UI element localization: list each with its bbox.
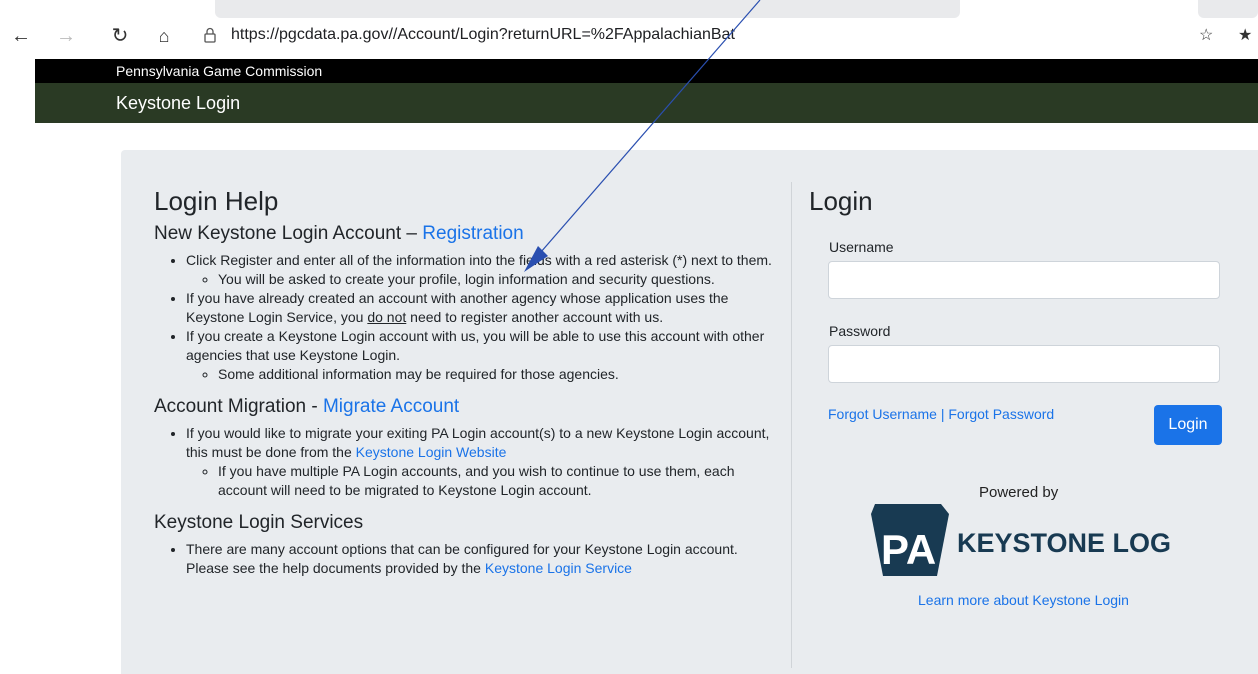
login-button[interactable]: Login — [1154, 405, 1222, 445]
lock-icon — [204, 27, 216, 43]
login-title: Login — [809, 186, 873, 216]
login-help: Login Help New Keystone Login Account – … — [154, 186, 784, 590]
keystone-login-logo: PA KEYSTONE LOGIN — [871, 504, 1171, 576]
list-item: If you create a Keystone Login account w… — [186, 327, 784, 384]
list-item: If you have multiple PA Login accounts, … — [218, 462, 784, 500]
learn-more-link[interactable]: Learn more about Keystone Login — [918, 592, 1129, 608]
new-account-list: Click Register and enter all of the info… — [154, 251, 784, 384]
help-title: Login Help — [154, 186, 279, 216]
forgot-username-link[interactable]: Forgot Username — [828, 406, 937, 422]
list-item: Click Register and enter all of the info… — [186, 251, 784, 289]
migrate-account-link[interactable]: Migrate Account — [323, 396, 459, 417]
column-divider — [791, 182, 792, 668]
list-item: If you have already created an account w… — [186, 289, 784, 327]
page-title: Keystone Login — [116, 93, 241, 113]
home-icon[interactable]: ⌂ — [152, 24, 176, 48]
tab-strip — [1198, 0, 1258, 18]
browser-toolbar: ← → ↻ ⌂ https://pgcdata.pa.gov//Account/… — [0, 0, 1258, 59]
agency-name: Pennsylvania Game Commission — [116, 63, 323, 79]
list-item: You will be asked to create your profile… — [218, 270, 784, 289]
url-text: https://pgcdata.pa.gov//Account/Login?re… — [231, 26, 735, 43]
agency-bar: Pennsylvania Game Commission — [35, 59, 1258, 83]
favorites-icon[interactable]: ★ — [1238, 26, 1258, 46]
registration-link[interactable]: Registration — [422, 223, 523, 244]
services-heading: Keystone Login Services — [154, 512, 364, 533]
password-input[interactable] — [828, 345, 1220, 383]
forgot-links: Forgot Username | Forgot Password — [828, 406, 1055, 422]
back-icon[interactable]: ← — [9, 24, 33, 48]
site-header: Keystone Login — [35, 83, 1258, 123]
forward-icon[interactable]: → — [54, 24, 78, 48]
login-form: Login Username Password Forgot Username … — [809, 186, 1229, 608]
list-item: There are many account options that can … — [186, 540, 784, 578]
add-favorite-icon[interactable]: ☆ — [1199, 26, 1219, 46]
forgot-password-link[interactable]: Forgot Password — [948, 406, 1054, 422]
logo-keystone-text: KEYSTONE LOGIN — [957, 528, 1171, 558]
login-panel: Login Help New Keystone Login Account – … — [121, 150, 1258, 674]
password-label: Password — [829, 323, 891, 339]
migration-heading: Account Migration - Migrate Account — [154, 396, 460, 417]
new-account-heading: New Keystone Login Account – Registratio… — [154, 223, 524, 244]
migration-list: If you would like to migrate your exitin… — [154, 424, 784, 500]
address-bar[interactable]: https://pgcdata.pa.gov//Account/Login?re… — [187, 21, 1197, 53]
username-input[interactable] — [828, 261, 1220, 299]
list-item: If you would like to migrate your exitin… — [186, 424, 784, 500]
keystone-website-link[interactable]: Keystone Login Website — [356, 444, 507, 460]
refresh-icon[interactable]: ↻ — [108, 24, 132, 48]
keystone-service-link[interactable]: Keystone Login Service — [485, 560, 632, 576]
list-item: Some additional information may be requi… — [218, 365, 784, 384]
tab-strip — [215, 0, 960, 18]
services-list: There are many account options that can … — [154, 540, 784, 578]
logo-pa-text: PA — [881, 526, 936, 573]
powered-by-label: Powered by — [979, 484, 1059, 501]
username-label: Username — [829, 239, 894, 255]
